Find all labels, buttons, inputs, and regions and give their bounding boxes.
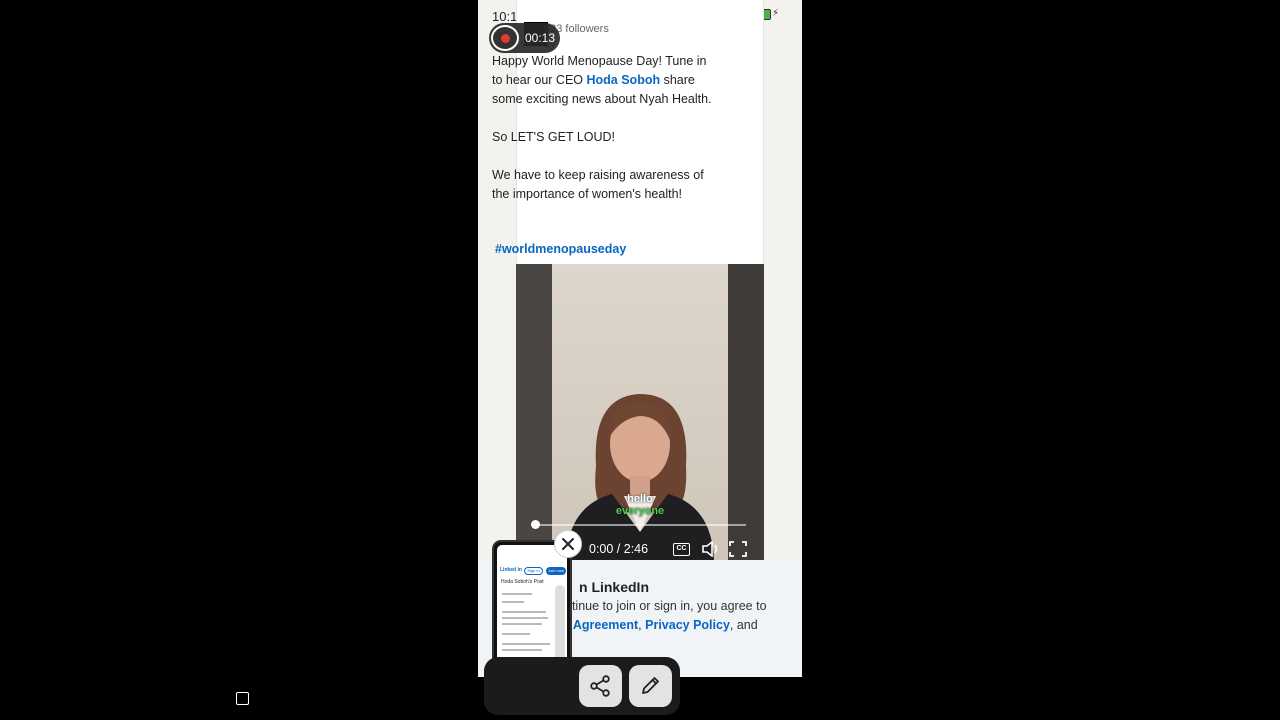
charging-icon: ⚡: [772, 8, 780, 19]
mention-link[interactable]: Hoda Soboh: [587, 73, 661, 87]
captions-icon[interactable]: CC: [673, 543, 690, 556]
video-progress-bar[interactable]: [534, 524, 746, 526]
volume-icon[interactable]: [701, 541, 721, 557]
thumb-sign-in: Sign in: [524, 567, 543, 575]
signin-text: , and: [729, 618, 758, 632]
video-progress-handle[interactable]: [531, 520, 540, 529]
thumb-text-line: [502, 617, 548, 619]
thumb-heading: Hoda Soboh's Post: [501, 579, 544, 585]
close-icon: [562, 538, 574, 550]
thumb-text-line: [502, 611, 546, 613]
signin-agreement-text: ntinue to join or sign in, you agree to: [565, 599, 767, 613]
fullscreen-icon[interactable]: [729, 541, 747, 557]
video-caption: everyone: [615, 505, 665, 517]
stop-recording-button[interactable]: [491, 25, 519, 51]
post-paragraph: We have to keep raising awareness of the…: [492, 168, 704, 201]
presenter-image: [566, 394, 714, 560]
recording-timer: 00:13: [525, 31, 556, 45]
thumb-text-line: [502, 623, 542, 625]
video-caption: hello: [627, 493, 653, 505]
share-icon: [590, 675, 610, 697]
signin-agreement-links: r Agreement, Privacy Policy, and: [565, 618, 758, 632]
video-player[interactable]: hello everyone 0:00 / 2:46 CC: [516, 264, 764, 560]
edit-button[interactable]: [629, 665, 672, 707]
share-button[interactable]: [579, 665, 622, 707]
hashtag-link[interactable]: #worldmenopauseday: [495, 242, 626, 256]
privacy-policy-link[interactable]: Privacy Policy: [645, 618, 730, 632]
thumb-text-line: [502, 643, 550, 645]
post-body: Happy World Menopause Day! Tune in to he…: [492, 52, 714, 223]
close-thumbnail-button[interactable]: [554, 530, 582, 558]
linkedin-logo: Linked in: [500, 567, 522, 573]
thumb-join-now: Join now: [546, 567, 566, 575]
signin-title: n LinkedIn: [579, 579, 649, 595]
thumb-text-line: [502, 649, 542, 651]
thumb-scrollbar: [555, 585, 565, 661]
thumb-text-line: [502, 593, 532, 595]
thumb-text-line: [502, 633, 530, 635]
user-agreement-link[interactable]: r Agreement: [565, 618, 638, 632]
pencil-icon: [642, 677, 659, 694]
recents-button[interactable]: [236, 692, 249, 705]
post-paragraph: So LET'S GET LOUD!: [492, 130, 616, 144]
thumb-text-line: [502, 601, 524, 603]
video-time: 0:00 / 2:46: [589, 542, 649, 556]
